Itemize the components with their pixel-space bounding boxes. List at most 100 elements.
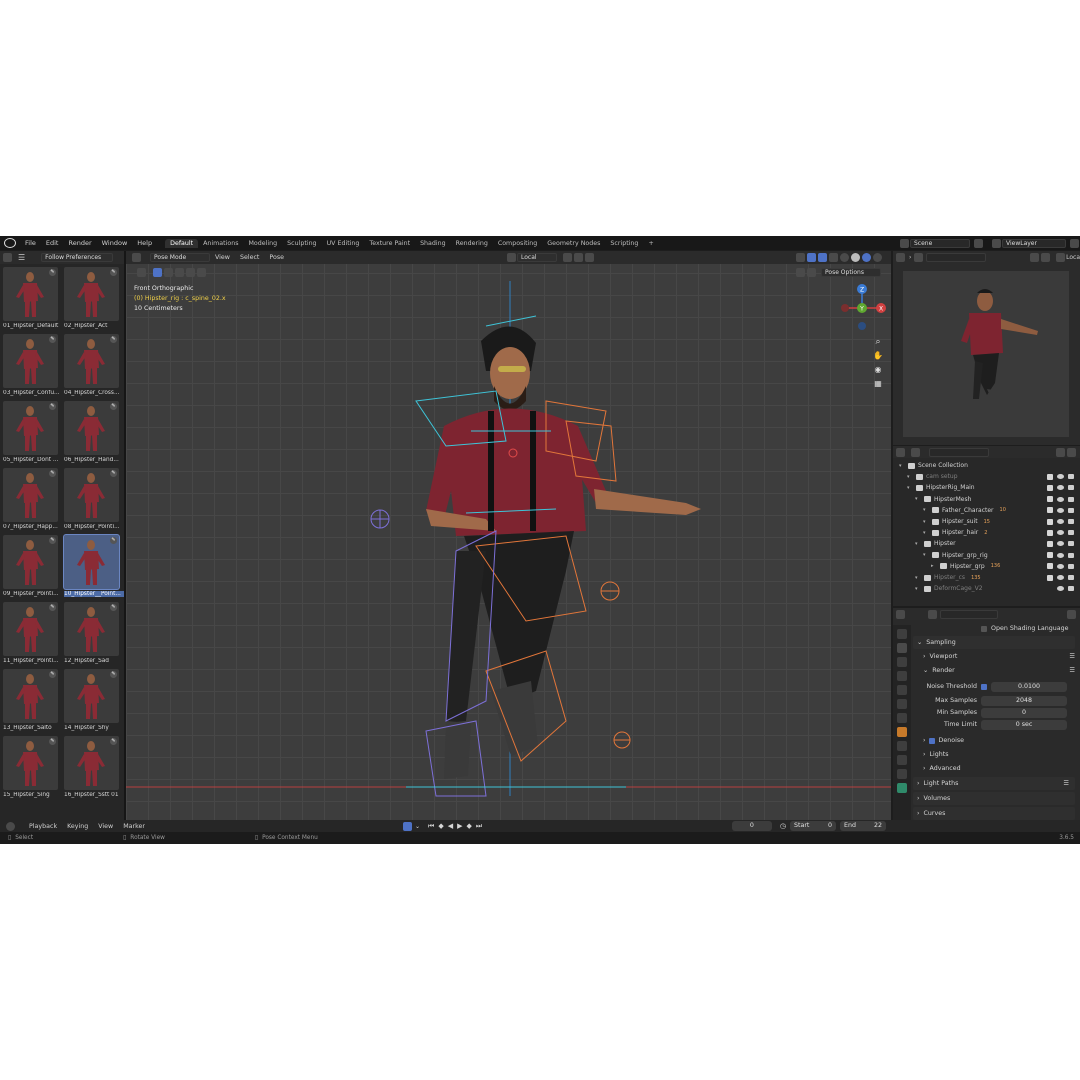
expand-arrow-icon[interactable]: ▾ (923, 530, 929, 536)
noise-threshold-field[interactable]: 0.0100 (991, 681, 1067, 692)
render-camera-icon[interactable] (1068, 530, 1074, 536)
visibility-eye-icon[interactable] (1057, 586, 1064, 592)
outliner-row[interactable]: ▾ HipsterRig_Main (893, 482, 1080, 493)
outliner-row[interactable]: ▾ HipsterMesh (893, 494, 1080, 505)
menu-view[interactable]: View (93, 823, 118, 830)
collection-tab-icon[interactable] (897, 713, 907, 723)
preview-search-field[interactable] (926, 252, 987, 262)
expand-arrow-icon[interactable]: ▾ (923, 552, 929, 558)
edit-pose-icon[interactable]: ✎ (49, 537, 56, 544)
render-tab-icon[interactable] (897, 643, 907, 653)
editor-type-icon[interactable] (896, 447, 905, 457)
edit-pose-icon[interactable]: ✎ (110, 738, 117, 745)
outliner-row[interactable]: ▾ Hipster_suit 15 (893, 516, 1080, 527)
curves-panel-header[interactable]: › Curves (913, 807, 1075, 820)
sampling-panel-header[interactable]: ⌄ Sampling (913, 636, 1075, 649)
visibility-eye-icon[interactable] (1057, 552, 1064, 558)
expand-arrow-icon[interactable]: ▾ (923, 507, 929, 513)
add-workspace-button[interactable]: + (643, 239, 658, 248)
max-samples-field[interactable]: 2048 (981, 695, 1067, 706)
view-layer-icon[interactable] (992, 238, 1001, 248)
outliner-row[interactable]: ▾ Hipster_grp_rig (893, 550, 1080, 561)
3d-viewport[interactable]: Z X Y Front Orthographic (0) Hipster_rig… (126, 251, 891, 820)
scene-tab-icon[interactable] (897, 685, 907, 695)
exclude-checkbox[interactable] (1047, 552, 1053, 559)
start-frame-field[interactable]: Start 0 (790, 821, 836, 831)
select-extend-icon[interactable] (164, 267, 173, 277)
blender-logo-icon[interactable] (4, 238, 16, 248)
mode-dropdown[interactable]: Pose Mode (150, 253, 210, 262)
object-tab-icon[interactable] (897, 727, 907, 737)
orientation-dropdown[interactable]: Local (517, 253, 557, 262)
list-icon[interactable]: ☰ (1063, 780, 1069, 787)
xray-icon[interactable] (829, 253, 838, 262)
pin-icon[interactable] (1041, 252, 1051, 262)
tab-geometry-nodes[interactable]: Geometry Nodes (542, 239, 605, 248)
render-subpanel[interactable]: ⌄ Render ☰ (923, 664, 1075, 677)
outliner-row[interactable]: ▾ Hipster_hair 2 (893, 527, 1080, 538)
edit-pose-icon[interactable]: ✎ (49, 604, 56, 611)
edit-pose-icon[interactable]: ✎ (110, 537, 117, 544)
exclude-checkbox[interactable] (1047, 574, 1053, 581)
menu-window[interactable]: Window (97, 239, 133, 247)
zoom-icon[interactable]: ⌕ (873, 337, 883, 347)
exclude-checkbox[interactable] (1047, 507, 1053, 514)
lights-subpanel[interactable]: › Lights (923, 748, 1075, 761)
play-icon[interactable]: ▶ (457, 822, 462, 830)
expand-arrow-icon[interactable]: ▾ (907, 485, 913, 491)
pose-thumbnail[interactable]: ✎ 04_Hipster_Cross... (64, 334, 119, 401)
output-tab-icon[interactable] (897, 657, 907, 667)
outliner-row[interactable]: ▾ Hipster (893, 538, 1080, 549)
time-limit-field[interactable]: 0 sec (981, 719, 1067, 730)
pose-thumbnail[interactable]: ✎ 02_Hipster_Act (64, 267, 119, 334)
edit-pose-icon[interactable]: ✎ (49, 336, 56, 343)
prev-keyframe-icon[interactable]: ◆ (438, 822, 443, 830)
visibility-eye-icon[interactable] (1057, 575, 1064, 580)
outliner-row[interactable]: ▾ cam setup (893, 471, 1080, 482)
tab-rendering[interactable]: Rendering (451, 239, 493, 248)
record-icon[interactable] (402, 821, 412, 831)
exclude-checkbox[interactable] (1047, 473, 1053, 480)
tab-modeling[interactable]: Modeling (244, 239, 283, 248)
visibility-icon[interactable] (796, 253, 805, 262)
current-frame-field[interactable]: 0 (731, 821, 772, 831)
tab-texture-paint[interactable]: Texture Paint (364, 239, 415, 248)
osl-checkbox[interactable] (981, 625, 987, 632)
modifier-tab-icon[interactable] (897, 741, 907, 751)
expand-arrow-icon[interactable]: ▾ (915, 586, 921, 592)
filter-icon[interactable] (807, 267, 816, 277)
exclude-checkbox[interactable] (1047, 484, 1053, 491)
scene-field[interactable]: Scene (910, 238, 970, 248)
render-camera-icon[interactable] (1068, 519, 1074, 524)
edit-pose-icon[interactable]: ✎ (110, 336, 117, 343)
view-layer-tab-icon[interactable] (897, 671, 907, 681)
outliner-search-field[interactable] (929, 447, 989, 457)
edit-pose-icon[interactable]: ✎ (49, 470, 56, 477)
solid-shading-icon[interactable] (851, 253, 860, 262)
editor-type-icon[interactable] (132, 253, 141, 262)
edit-pose-icon[interactable]: ✎ (110, 269, 117, 276)
editor-type-icon[interactable] (896, 609, 905, 619)
expand-arrow-icon[interactable]: ▸ (931, 563, 937, 569)
jump-start-icon[interactable]: ⏮ (428, 822, 434, 831)
advanced-subpanel[interactable]: › Advanced (923, 762, 1075, 775)
snap-icon[interactable] (574, 253, 583, 262)
record-dropdown-icon[interactable]: ⌄ (415, 823, 420, 830)
pose-thumbnail[interactable]: ✎ 09_Hipster_Pointi... (3, 535, 59, 602)
ortho-grid-icon[interactable]: ▦ (873, 379, 883, 389)
tool-settings-icon[interactable] (137, 267, 146, 277)
render-camera-icon[interactable] (1068, 496, 1074, 502)
pose-thumbnail[interactable]: ✎ 12_Hipster_Sad (64, 602, 119, 669)
rendered-shading-icon[interactable] (873, 253, 882, 262)
visibility-eye-icon[interactable] (1057, 485, 1064, 491)
overlay-toggle-icon[interactable] (818, 253, 827, 262)
pin-icon[interactable] (1067, 609, 1076, 619)
denoise-checkbox[interactable] (928, 737, 935, 744)
render-camera-icon[interactable] (1068, 485, 1074, 491)
edit-pose-icon[interactable]: ✎ (110, 470, 117, 477)
properties-search-field[interactable] (940, 609, 998, 619)
osl-row[interactable]: Open Shading Language (981, 622, 1076, 635)
expand-arrow-icon[interactable]: ▾ (907, 474, 913, 480)
menu-edit[interactable]: Edit (41, 239, 64, 247)
edit-pose-icon[interactable]: ✎ (49, 403, 56, 410)
